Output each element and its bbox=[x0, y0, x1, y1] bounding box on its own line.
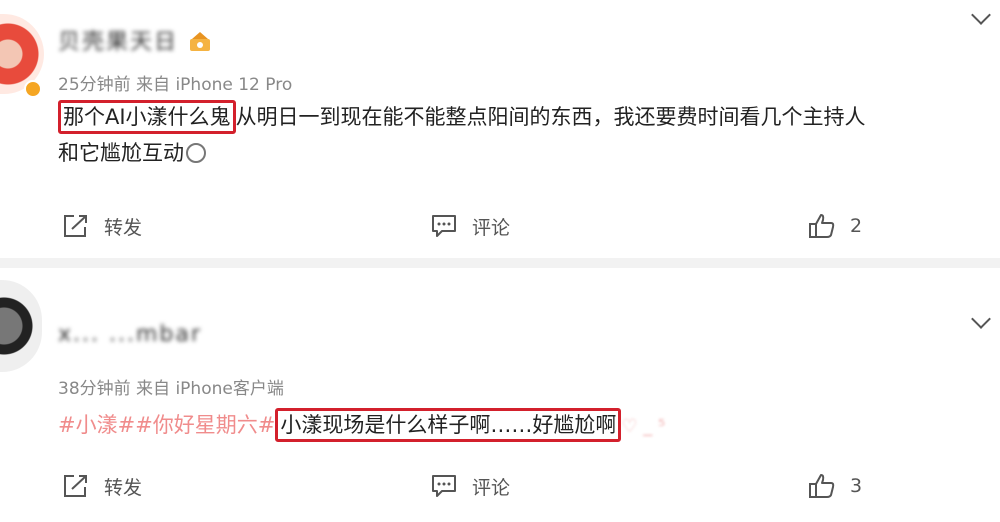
post-content-line2: 和它尴尬互动 bbox=[58, 136, 206, 170]
username[interactable]: 贝壳果天日 bbox=[58, 24, 178, 56]
repost-icon bbox=[64, 475, 87, 497]
vip-badge-icon bbox=[190, 32, 210, 51]
thumbs-up-icon bbox=[809, 474, 835, 498]
repost-button[interactable]: 转发 bbox=[62, 206, 142, 246]
comment-button[interactable]: 评论 bbox=[430, 206, 510, 246]
chevron-down-icon[interactable] bbox=[971, 309, 991, 329]
highlighted-text: 那个AI小漾什么鬼 bbox=[58, 100, 236, 134]
post-content: 那个AI小漾什么鬼 从明日一到现在能不能整点阳间的东西，我还要费时间看几个主持人 bbox=[58, 100, 866, 134]
chevron-down-icon[interactable] bbox=[971, 5, 991, 25]
repost-button[interactable]: 转发 bbox=[62, 466, 142, 506]
comment-button[interactable]: 评论 bbox=[430, 466, 510, 506]
content-text-line2: 和它尴尬互动 bbox=[58, 141, 184, 165]
action-bar: 转发 评论 2 bbox=[0, 206, 1000, 246]
comment-icon bbox=[432, 475, 456, 497]
repost-icon bbox=[64, 215, 87, 237]
verified-badge-icon bbox=[24, 80, 42, 98]
post-meta: 25分钟前 来自 iPhone 12 Pro bbox=[58, 75, 293, 95]
comment-label: 评论 bbox=[472, 476, 511, 499]
avatar[interactable] bbox=[0, 280, 42, 372]
action-bar: 转发 评论 3 bbox=[0, 466, 1000, 506]
awkward-smile-emoji-icon bbox=[186, 143, 206, 163]
weibo-comment-2: x... ...mbar 38分钟前 来自 iPhone客户端 #小漾##你好星… bbox=[0, 268, 1000, 522]
trailing-emoji: ♡ _ ⁵ bbox=[621, 416, 666, 437]
comment-label: 评论 bbox=[472, 216, 511, 239]
like-button[interactable]: 2 bbox=[808, 206, 862, 246]
repost-label: 转发 bbox=[104, 476, 143, 499]
hashtag-link[interactable]: #小漾##你好星期六# bbox=[58, 413, 275, 437]
post-content: #小漾##你好星期六# 小漾现场是什么样子啊……好尴尬啊 ♡ _ ⁵ bbox=[58, 408, 665, 444]
like-count: 2 bbox=[850, 215, 863, 237]
content-text: 从明日一到现在能不能整点阳间的东西，我还要费时间看几个主持人 bbox=[235, 105, 866, 129]
highlighted-text: 小漾现场是什么样子啊……好尴尬啊 bbox=[275, 408, 622, 442]
weibo-comment-1: 贝壳果天日 25分钟前 来自 iPhone 12 Pro 那个AI小漾什么鬼 从明… bbox=[0, 0, 1000, 258]
like-count: 3 bbox=[850, 475, 863, 497]
comment-icon bbox=[432, 215, 456, 237]
section-divider bbox=[0, 258, 1000, 268]
like-button[interactable]: 3 bbox=[808, 466, 862, 506]
post-meta: 38分钟前 来自 iPhone客户端 bbox=[58, 379, 284, 399]
repost-label: 转发 bbox=[104, 216, 143, 239]
thumbs-up-icon bbox=[809, 214, 835, 238]
username[interactable]: x... ...mbar bbox=[58, 322, 202, 347]
